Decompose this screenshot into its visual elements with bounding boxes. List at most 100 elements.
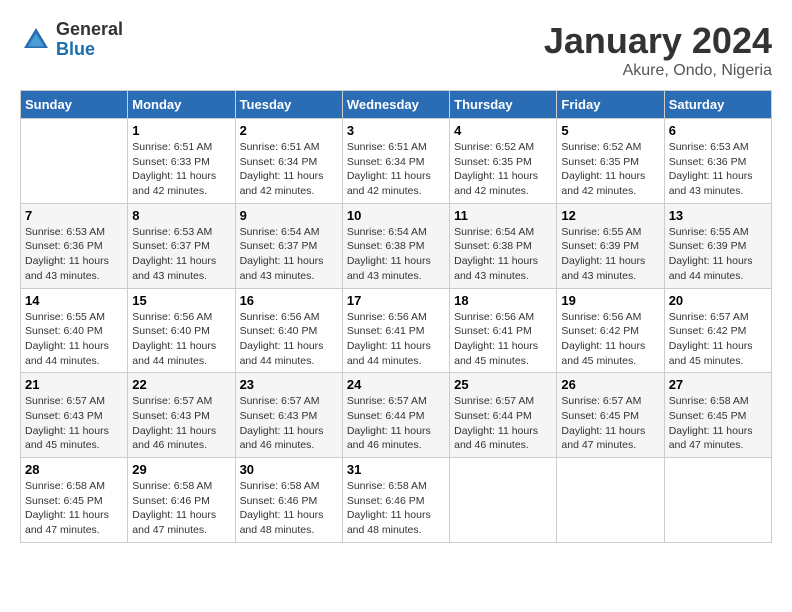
calendar-cell bbox=[21, 119, 128, 204]
calendar-header-row: SundayMondayTuesdayWednesdayThursdayFrid… bbox=[21, 91, 772, 119]
calendar-cell: 14 Sunrise: 6:55 AMSunset: 6:40 PMDayligh… bbox=[21, 288, 128, 373]
day-detail: Sunrise: 6:58 AMSunset: 6:46 PMDaylight:… bbox=[347, 479, 445, 538]
title-block: January 2024 Akure, Ondo, Nigeria bbox=[544, 20, 772, 80]
logo-text: General Blue bbox=[56, 20, 123, 60]
day-detail: Sunrise: 6:54 AMSunset: 6:38 PMDaylight:… bbox=[347, 225, 445, 284]
day-number: 19 bbox=[561, 293, 659, 308]
calendar-cell: 27 Sunrise: 6:58 AMSunset: 6:45 PMDayligh… bbox=[664, 373, 771, 458]
day-number: 13 bbox=[669, 208, 767, 223]
calendar-cell: 18Sunrise: 6:56 AMSunset: 6:41 PMDayligh… bbox=[450, 288, 557, 373]
logo-general: General bbox=[56, 20, 123, 40]
day-detail: Sunrise: 6:57 AMSunset: 6:43 PMDaylight:… bbox=[240, 394, 338, 453]
calendar-cell: 8 Sunrise: 6:53 AMSunset: 6:37 PMDaylight… bbox=[128, 203, 235, 288]
day-detail: Sunrise: 6:56 AMSunset: 6:40 PMDaylight:… bbox=[132, 310, 230, 369]
calendar-cell: 13 Sunrise: 6:55 AMSunset: 6:39 PMDayligh… bbox=[664, 203, 771, 288]
calendar-cell: 9Sunrise: 6:54 AMSunset: 6:37 PMDaylight… bbox=[235, 203, 342, 288]
column-header-sunday: Sunday bbox=[21, 91, 128, 119]
day-detail: Sunrise: 6:52 AMSunset: 6:35 PMDaylight:… bbox=[454, 140, 552, 199]
day-number: 30 bbox=[240, 462, 338, 477]
calendar-cell: 22Sunrise: 6:57 AMSunset: 6:43 PMDayligh… bbox=[128, 373, 235, 458]
location: Akure, Ondo, Nigeria bbox=[544, 62, 772, 80]
day-detail: Sunrise: 6:58 AMSunset: 6:45 PMDaylight:… bbox=[25, 479, 123, 538]
column-header-wednesday: Wednesday bbox=[342, 91, 449, 119]
day-number: 14 bbox=[25, 293, 123, 308]
day-detail: Sunrise: 6:51 AMSunset: 6:34 PMDaylight:… bbox=[240, 140, 338, 199]
day-detail: Sunrise: 6:53 AMSunset: 6:36 PMDaylight:… bbox=[25, 225, 123, 284]
day-number: 5 bbox=[561, 123, 659, 138]
month-title: January 2024 bbox=[544, 20, 772, 62]
calendar-cell: 21Sunrise: 6:57 AMSunset: 6:43 PMDayligh… bbox=[21, 373, 128, 458]
day-number: 15 bbox=[132, 293, 230, 308]
day-number: 20 bbox=[669, 293, 767, 308]
day-detail: Sunrise: 6:57 AMSunset: 6:43 PMDaylight:… bbox=[132, 394, 230, 453]
calendar-cell: 3 Sunrise: 6:51 AMSunset: 6:34 PMDaylight… bbox=[342, 119, 449, 204]
calendar-cell: 7 Sunrise: 6:53 AMSunset: 6:36 PMDaylight… bbox=[21, 203, 128, 288]
day-detail: Sunrise: 6:53 AMSunset: 6:36 PMDaylight:… bbox=[669, 140, 767, 199]
day-detail: Sunrise: 6:56 AMSunset: 6:42 PMDaylight:… bbox=[561, 310, 659, 369]
day-detail: Sunrise: 6:52 AMSunset: 6:35 PMDaylight:… bbox=[561, 140, 659, 199]
calendar-week-row: 1 Sunrise: 6:51 AMSunset: 6:33 PMDaylight… bbox=[21, 119, 772, 204]
day-number: 18 bbox=[454, 293, 552, 308]
day-number: 11 bbox=[454, 208, 552, 223]
calendar-cell: 31Sunrise: 6:58 AMSunset: 6:46 PMDayligh… bbox=[342, 458, 449, 543]
day-detail: Sunrise: 6:55 AMSunset: 6:39 PMDaylight:… bbox=[561, 225, 659, 284]
day-number: 17 bbox=[347, 293, 445, 308]
day-number: 23 bbox=[240, 377, 338, 392]
calendar-cell: 19 Sunrise: 6:56 AMSunset: 6:42 PMDayligh… bbox=[557, 288, 664, 373]
calendar-cell: 10 Sunrise: 6:54 AMSunset: 6:38 PMDayligh… bbox=[342, 203, 449, 288]
calendar-cell: 6Sunrise: 6:53 AMSunset: 6:36 PMDaylight… bbox=[664, 119, 771, 204]
day-number: 12 bbox=[561, 208, 659, 223]
day-number: 2 bbox=[240, 123, 338, 138]
logo-blue: Blue bbox=[56, 40, 123, 60]
day-detail: Sunrise: 6:57 AMSunset: 6:44 PMDaylight:… bbox=[347, 394, 445, 453]
calendar-cell: 28 Sunrise: 6:58 AMSunset: 6:45 PMDayligh… bbox=[21, 458, 128, 543]
day-detail: Sunrise: 6:56 AMSunset: 6:41 PMDaylight:… bbox=[347, 310, 445, 369]
day-number: 10 bbox=[347, 208, 445, 223]
column-header-saturday: Saturday bbox=[664, 91, 771, 119]
calendar-cell: 23 Sunrise: 6:57 AMSunset: 6:43 PMDayligh… bbox=[235, 373, 342, 458]
day-detail: Sunrise: 6:51 AMSunset: 6:33 PMDaylight:… bbox=[132, 140, 230, 199]
calendar-cell bbox=[450, 458, 557, 543]
day-detail: Sunrise: 6:53 AMSunset: 6:37 PMDaylight:… bbox=[132, 225, 230, 284]
day-number: 4 bbox=[454, 123, 552, 138]
day-detail: Sunrise: 6:58 AMSunset: 6:46 PMDaylight:… bbox=[240, 479, 338, 538]
day-detail: Sunrise: 6:55 AMSunset: 6:39 PMDaylight:… bbox=[669, 225, 767, 284]
calendar-cell: 4 Sunrise: 6:52 AMSunset: 6:35 PMDaylight… bbox=[450, 119, 557, 204]
calendar-week-row: 14 Sunrise: 6:55 AMSunset: 6:40 PMDayligh… bbox=[21, 288, 772, 373]
day-number: 28 bbox=[25, 462, 123, 477]
day-number: 29 bbox=[132, 462, 230, 477]
day-number: 8 bbox=[132, 208, 230, 223]
calendar-cell: 30 Sunrise: 6:58 AMSunset: 6:46 PMDayligh… bbox=[235, 458, 342, 543]
day-detail: Sunrise: 6:58 AMSunset: 6:46 PMDaylight:… bbox=[132, 479, 230, 538]
day-detail: Sunrise: 6:51 AMSunset: 6:34 PMDaylight:… bbox=[347, 140, 445, 199]
column-header-monday: Monday bbox=[128, 91, 235, 119]
calendar-cell: 24 Sunrise: 6:57 AMSunset: 6:44 PMDayligh… bbox=[342, 373, 449, 458]
calendar-cell: 20 Sunrise: 6:57 AMSunset: 6:42 PMDayligh… bbox=[664, 288, 771, 373]
day-detail: Sunrise: 6:54 AMSunset: 6:38 PMDaylight:… bbox=[454, 225, 552, 284]
day-detail: Sunrise: 6:55 AMSunset: 6:40 PMDaylight:… bbox=[25, 310, 123, 369]
calendar-table: SundayMondayTuesdayWednesdayThursdayFrid… bbox=[20, 90, 772, 543]
day-number: 7 bbox=[25, 208, 123, 223]
calendar-cell: 1 Sunrise: 6:51 AMSunset: 6:33 PMDaylight… bbox=[128, 119, 235, 204]
day-detail: Sunrise: 6:56 AMSunset: 6:40 PMDaylight:… bbox=[240, 310, 338, 369]
column-header-tuesday: Tuesday bbox=[235, 91, 342, 119]
day-detail: Sunrise: 6:57 AMSunset: 6:44 PMDaylight:… bbox=[454, 394, 552, 453]
column-header-thursday: Thursday bbox=[450, 91, 557, 119]
day-number: 1 bbox=[132, 123, 230, 138]
calendar-week-row: 28 Sunrise: 6:58 AMSunset: 6:45 PMDayligh… bbox=[21, 458, 772, 543]
day-number: 26 bbox=[561, 377, 659, 392]
day-number: 24 bbox=[347, 377, 445, 392]
calendar-cell: 5 Sunrise: 6:52 AMSunset: 6:35 PMDaylight… bbox=[557, 119, 664, 204]
calendar-cell: 17 Sunrise: 6:56 AMSunset: 6:41 PMDayligh… bbox=[342, 288, 449, 373]
calendar-week-row: 7 Sunrise: 6:53 AMSunset: 6:36 PMDaylight… bbox=[21, 203, 772, 288]
day-number: 3 bbox=[347, 123, 445, 138]
logo: General Blue bbox=[20, 20, 123, 60]
day-number: 9 bbox=[240, 208, 338, 223]
day-detail: Sunrise: 6:57 AMSunset: 6:42 PMDaylight:… bbox=[669, 310, 767, 369]
calendar-cell: 11 Sunrise: 6:54 AMSunset: 6:38 PMDayligh… bbox=[450, 203, 557, 288]
day-number: 27 bbox=[669, 377, 767, 392]
column-header-friday: Friday bbox=[557, 91, 664, 119]
calendar-cell: 29 Sunrise: 6:58 AMSunset: 6:46 PMDayligh… bbox=[128, 458, 235, 543]
calendar-cell: 15 Sunrise: 6:56 AMSunset: 6:40 PMDayligh… bbox=[128, 288, 235, 373]
day-detail: Sunrise: 6:58 AMSunset: 6:45 PMDaylight:… bbox=[669, 394, 767, 453]
